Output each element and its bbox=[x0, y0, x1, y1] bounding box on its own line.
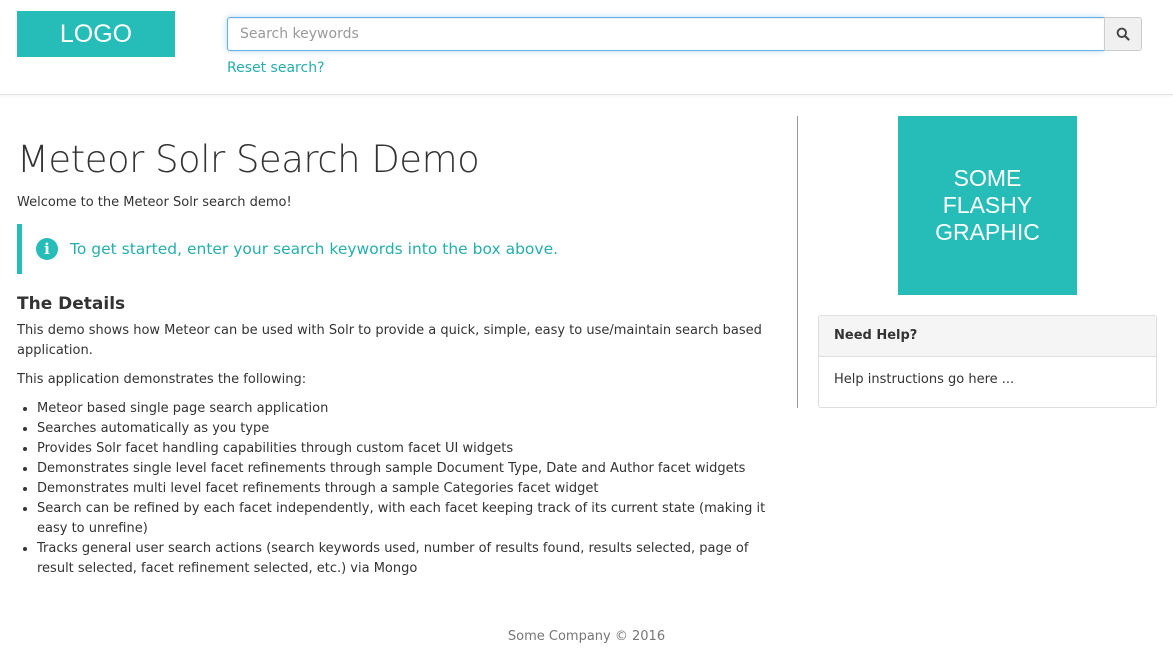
details-paragraph: This demo shows how Meteor can be used w… bbox=[17, 323, 762, 358]
page-header: LOGO Reset search? bbox=[0, 0, 1173, 95]
flashy-graphic-text: SOME FLASHY GRAPHIC bbox=[935, 165, 1040, 245]
list-item: Meteor based single page search applicat… bbox=[37, 399, 782, 419]
reset-search-link[interactable]: Reset search? bbox=[227, 60, 325, 76]
info-icon: i bbox=[36, 238, 58, 260]
search-button[interactable] bbox=[1104, 17, 1142, 51]
flashy-graphic: SOME FLASHY GRAPHIC bbox=[898, 116, 1077, 295]
help-panel-heading: Need Help? bbox=[819, 316, 1156, 357]
list-item: Demonstrates single level facet refineme… bbox=[37, 459, 782, 479]
help-panel: Need Help? Help instructions go here ... bbox=[818, 315, 1157, 408]
search-bar bbox=[227, 17, 1142, 51]
info-callout: i To get started, enter your search keyw… bbox=[17, 224, 782, 274]
feature-list: Meteor based single page search applicat… bbox=[17, 399, 782, 579]
column-divider bbox=[797, 116, 798, 408]
main-content: Meteor Solr Search Demo Welcome to the M… bbox=[17, 116, 782, 579]
demonstrates-intro: This application demonstrates the follow… bbox=[17, 372, 307, 387]
search-icon bbox=[1116, 27, 1130, 41]
footer: Some Company © 2016 bbox=[0, 629, 1173, 644]
logo[interactable]: LOGO bbox=[17, 11, 175, 57]
page-title: Meteor Solr Search Demo bbox=[17, 138, 480, 181]
list-item: Search can be refined by each facet inde… bbox=[37, 499, 782, 539]
footer-text: Some Company © 2016 bbox=[507, 629, 666, 644]
list-item: Searches automatically as you type bbox=[37, 419, 782, 439]
help-panel-body: Help instructions go here ... bbox=[834, 372, 1015, 387]
search-input[interactable] bbox=[227, 17, 1104, 51]
list-item: Provides Solr facet handling capabilitie… bbox=[37, 439, 782, 459]
list-item: Demonstrates multi level facet refinemen… bbox=[37, 479, 782, 499]
welcome-text: Welcome to the Meteor Solr search demo! bbox=[17, 195, 292, 210]
callout-text: To get started, enter your search keywor… bbox=[70, 240, 559, 258]
list-item: Tracks general user search actions (sear… bbox=[37, 539, 782, 579]
details-heading: The Details bbox=[17, 294, 126, 314]
